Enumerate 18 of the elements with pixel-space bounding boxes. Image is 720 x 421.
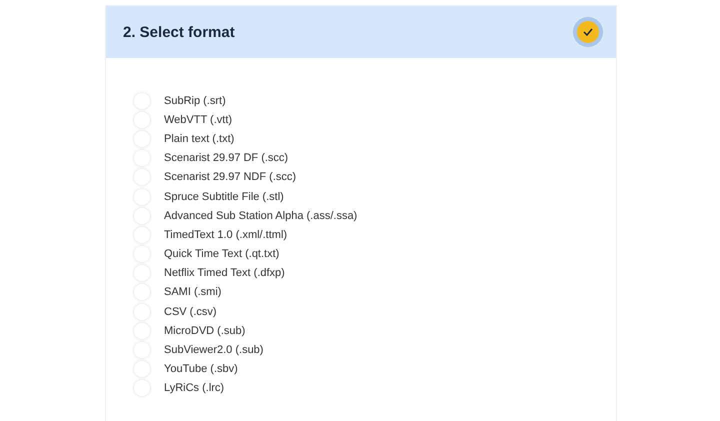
- option-label[interactable]: WebVTT (.vtt): [164, 114, 232, 126]
- option-label[interactable]: SAMI (.smi): [164, 286, 222, 298]
- option-label[interactable]: CSV (.csv): [164, 306, 217, 318]
- option-label[interactable]: YouTube (.sbv): [164, 363, 238, 376]
- option-label[interactable]: Netflix Timed Text (.dfxp): [164, 267, 285, 280]
- option-label[interactable]: MicroDVD (.sub): [164, 324, 246, 337]
- option-label[interactable]: Scenarist 29.97 DF (.scc): [164, 152, 288, 164]
- option-label[interactable]: Quick Time Text (.qt.txt): [164, 248, 280, 260]
- section-title: 2. Select format: [123, 24, 235, 40]
- section-header[interactable]: 2. Select format: [106, 6, 616, 58]
- option-label[interactable]: Spruce Subtitle File (.stl): [164, 190, 284, 203]
- option-label[interactable]: SubViewer2.0 (.sub): [164, 344, 264, 356]
- option-label[interactable]: SubRip (.srt): [164, 94, 226, 107]
- option-label[interactable]: Scenarist 29.97 NDF (.scc): [164, 171, 296, 184]
- option-label[interactable]: TimedText 1.0 (.xml/.ttml): [164, 228, 288, 241]
- option-label[interactable]: Plain text (.txt): [164, 132, 234, 145]
- option-label[interactable]: LyRiCs (.lrc): [164, 382, 224, 394]
- option-label[interactable]: Advanced Sub Station Alpha (.ass/.ssa): [164, 210, 358, 222]
